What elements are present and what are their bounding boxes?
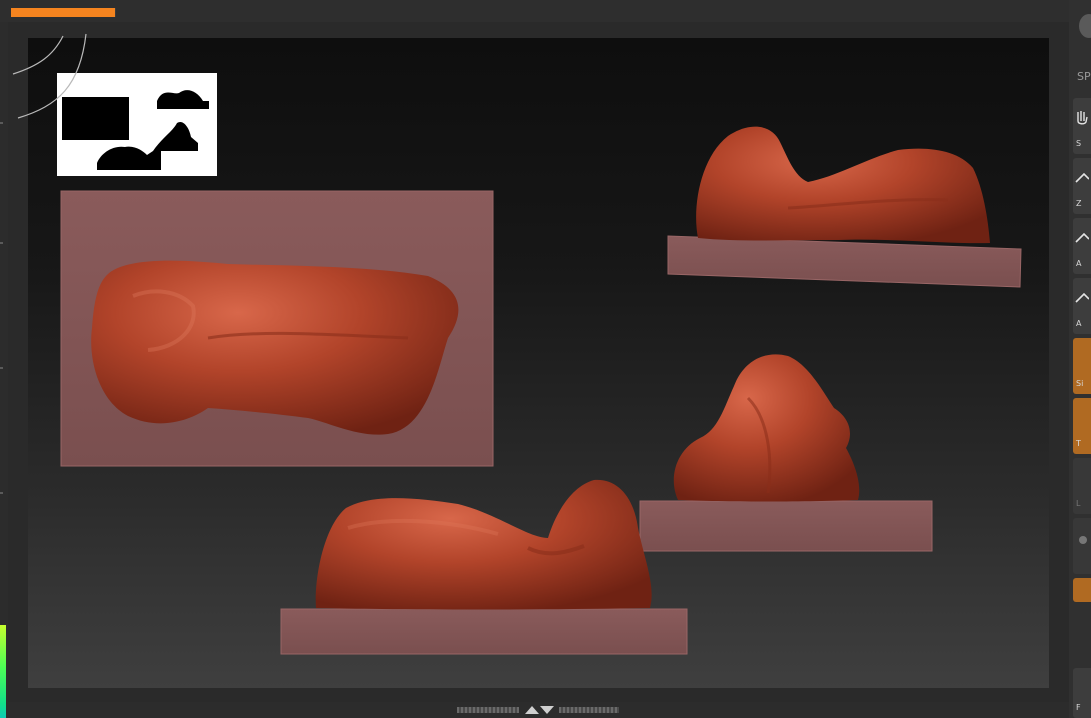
sculpt-mesh-upper[interactable]: [696, 126, 990, 244]
splitter-handle-right[interactable]: [559, 707, 619, 713]
left-divider: [0, 242, 3, 244]
shelf-button-a[interactable]: A: [1073, 218, 1091, 274]
side-view-upper-group[interactable]: [667, 126, 1022, 288]
base-plate-lower: [280, 608, 688, 655]
shelf-button-label: Si: [1076, 379, 1084, 388]
progress-bar: [11, 8, 116, 17]
shelf-button-l[interactable]: L: [1073, 458, 1091, 514]
shelf-button-label: A: [1076, 259, 1082, 268]
shelf-title: SP: [1077, 70, 1091, 83]
up-down-arrows-icon[interactable]: [522, 705, 556, 715]
shelf-button-f[interactable]: F: [1073, 668, 1091, 718]
splitter-handle-left[interactable]: [457, 707, 519, 713]
hand-icon: [1077, 111, 1088, 125]
chevron-up-icon: [1075, 232, 1089, 243]
chevron-up-icon: [1075, 172, 1089, 183]
shelf-button-label: T: [1076, 439, 1081, 448]
shelf-button-a-2[interactable]: A: [1073, 278, 1091, 334]
left-divider: [0, 122, 3, 124]
arc-icon[interactable]: [8, 26, 98, 121]
left-divider: [0, 367, 3, 369]
sculpt-mesh-middle[interactable]: [673, 354, 860, 502]
shelf-button-si[interactable]: Si: [1073, 338, 1091, 394]
record-icon: [1079, 536, 1087, 544]
left-tool-column[interactable]: [0, 22, 8, 718]
shelf-button-label: F: [1076, 703, 1081, 712]
color-picker-strip[interactable]: [0, 625, 6, 718]
shelf-button-label: A: [1076, 319, 1082, 328]
progress-bar-fill: [11, 8, 115, 17]
top-view-group[interactable]: [60, 190, 494, 467]
shelf-button-label: Z: [1076, 199, 1082, 208]
left-divider: [0, 492, 3, 494]
shelf-button-label: L: [1076, 499, 1081, 508]
zbrush-window: SP S Z A A Si T L F: [0, 0, 1091, 718]
base-plate-middle: [639, 500, 933, 552]
sculpt-mesh-top-view[interactable]: [91, 260, 459, 435]
shelf-toggle[interactable]: [1073, 578, 1091, 602]
side-view-lower-group[interactable]: [280, 479, 688, 655]
shelf-knob[interactable]: [1079, 14, 1091, 38]
shelf-button-z[interactable]: Z: [1073, 158, 1091, 214]
chevron-up-icon: [1075, 292, 1089, 303]
shelf-button-t[interactable]: T: [1073, 398, 1091, 454]
base-plate-upper: [667, 235, 1022, 288]
top-bar: [0, 0, 1091, 22]
shelf-button-record[interactable]: [1073, 518, 1091, 574]
right-shelf: SP S Z A A Si T L F: [1069, 0, 1091, 718]
shelf-button-s[interactable]: S: [1073, 98, 1091, 154]
shelf-button-label: S: [1076, 139, 1082, 148]
sculpt-mesh-lower[interactable]: [315, 479, 652, 610]
bottom-splitter-bar[interactable]: [8, 702, 1069, 718]
side-view-middle-group[interactable]: [639, 354, 933, 552]
